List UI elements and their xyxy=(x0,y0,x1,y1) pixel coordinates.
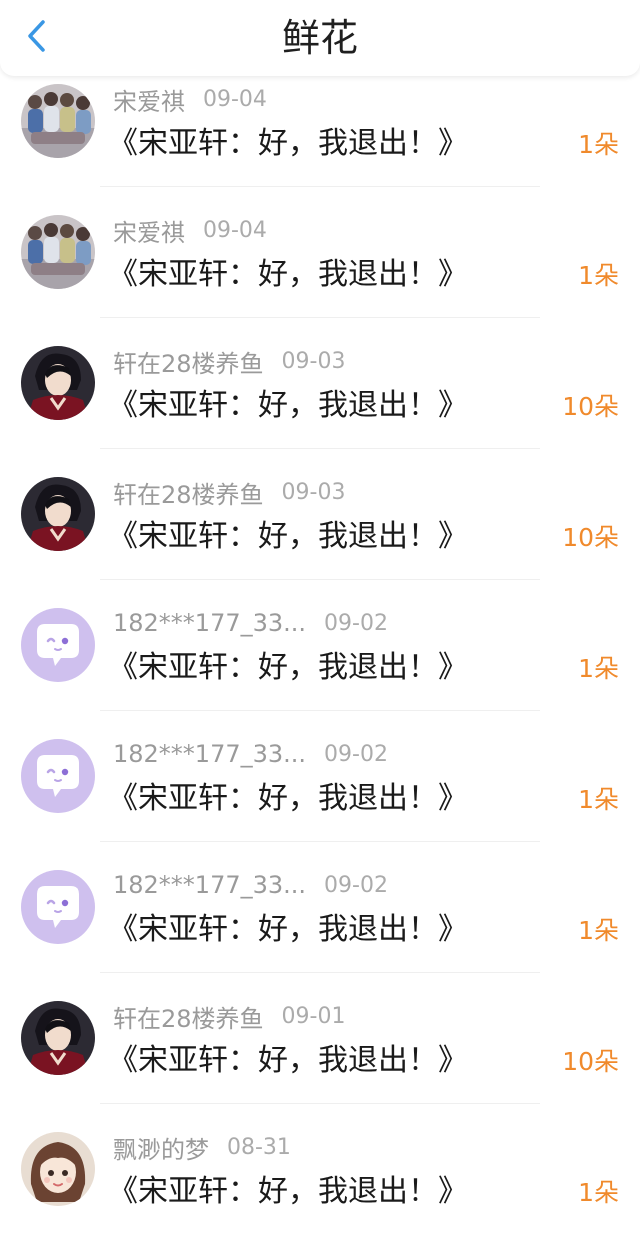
divider xyxy=(100,186,540,187)
chat-bubble-avatar xyxy=(21,739,95,813)
user-name: 轩在28楼养鱼 xyxy=(113,1004,264,1033)
gift-date: 09-04 xyxy=(203,217,267,243)
flower-count: 1朵 xyxy=(578,261,619,290)
chat-bubble-avatar xyxy=(21,608,95,682)
work-title: 《宋亚轩：好，我退出！》 xyxy=(108,650,468,685)
item-meta: 宋爱祺 09-04 xyxy=(113,82,267,116)
flower-list: 宋爱祺 09-04 《宋亚轩：好，我退出！》 1朵 宋爱祺 09-04 《宋亚轩… xyxy=(0,76,640,1255)
portrait-avatar xyxy=(21,477,95,551)
flower-count: 1朵 xyxy=(578,1178,619,1207)
user-name: 轩在28楼养鱼 xyxy=(113,349,264,378)
flower-count: 1朵 xyxy=(578,916,619,945)
list-item[interactable]: 轩在28楼养鱼 09-03 《宋亚轩：好，我退出！》 10朵 xyxy=(0,469,640,600)
user-name: 182***177_33... xyxy=(113,871,307,899)
user-name: 宋爱祺 xyxy=(113,87,185,116)
user-name: 轩在28楼养鱼 xyxy=(113,480,264,509)
list-item[interactable]: 宋爱祺 09-04 《宋亚轩：好，我退出！》 1朵 xyxy=(0,207,640,338)
flower-count: 10朵 xyxy=(562,392,619,421)
gift-date: 09-02 xyxy=(324,741,388,767)
gift-date: 09-03 xyxy=(281,479,346,505)
chat-bubble-avatar xyxy=(21,870,95,944)
divider xyxy=(100,448,540,449)
portrait-avatar xyxy=(21,1001,95,1075)
divider xyxy=(100,972,540,973)
list-item[interactable]: 轩在28楼养鱼 09-01 《宋亚轩：好，我退出！》 10朵 xyxy=(0,993,640,1124)
item-meta: 宋爱祺 09-04 xyxy=(113,213,267,247)
item-meta: 轩在28楼养鱼 09-03 xyxy=(113,344,345,378)
list-item[interactable]: 182***177_33... 09-02 《宋亚轩：好，我退出！》 1朵 xyxy=(0,862,640,993)
gift-date: 09-02 xyxy=(324,872,388,898)
work-title: 《宋亚轩：好，我退出！》 xyxy=(108,519,468,554)
portrait-avatar xyxy=(21,346,95,420)
item-meta: 182***177_33... 09-02 xyxy=(113,606,388,640)
gift-date: 08-31 xyxy=(227,1134,291,1160)
flower-count: 10朵 xyxy=(562,1047,619,1076)
divider xyxy=(100,710,540,711)
user-name: 182***177_33... xyxy=(113,609,307,637)
item-meta: 轩在28楼养鱼 09-01 xyxy=(113,999,345,1033)
list-item[interactable]: 182***177_33... 09-02 《宋亚轩：好，我退出！》 1朵 xyxy=(0,731,640,862)
list-item[interactable]: 轩在28楼养鱼 09-03 《宋亚轩：好，我退出！》 10朵 xyxy=(0,338,640,469)
item-meta: 182***177_33... 09-02 xyxy=(113,868,388,902)
user-name: 182***177_33... xyxy=(113,740,307,768)
work-title: 《宋亚轩：好，我退出！》 xyxy=(108,388,468,423)
work-title: 《宋亚轩：好，我退出！》 xyxy=(108,257,468,292)
cartoon-girl-avatar xyxy=(21,1132,95,1206)
item-meta: 飘渺的梦 08-31 xyxy=(113,1130,291,1164)
work-title: 《宋亚轩：好，我退出！》 xyxy=(108,1174,468,1209)
work-title: 《宋亚轩：好，我退出！》 xyxy=(108,781,468,816)
flower-count: 1朵 xyxy=(578,785,619,814)
flower-count: 1朵 xyxy=(578,654,619,683)
work-title: 《宋亚轩：好，我退出！》 xyxy=(108,912,468,947)
gift-date: 09-02 xyxy=(324,610,388,636)
list-item[interactable]: 宋爱祺 09-04 《宋亚轩：好，我退出！》 1朵 xyxy=(0,76,640,207)
user-name: 宋爱祺 xyxy=(113,218,185,247)
page-title: 鲜花 xyxy=(281,16,358,60)
gift-date: 09-01 xyxy=(281,1003,346,1029)
flower-count: 10朵 xyxy=(562,523,619,552)
list-item[interactable]: 182***177_33... 09-02 《宋亚轩：好，我退出！》 1朵 xyxy=(0,600,640,731)
gift-date: 09-03 xyxy=(281,348,346,374)
list-item[interactable]: 飘渺的梦 08-31 《宋亚轩：好，我退出！》 1朵 xyxy=(0,1124,640,1255)
divider xyxy=(100,1103,540,1104)
top-bar: 鲜花 xyxy=(0,0,640,76)
user-name: 飘渺的梦 xyxy=(113,1135,209,1164)
work-title: 《宋亚轩：好，我退出！》 xyxy=(108,126,468,161)
divider xyxy=(100,841,540,842)
item-meta: 182***177_33... 09-02 xyxy=(113,737,388,771)
divider xyxy=(100,579,540,580)
divider xyxy=(100,317,540,318)
flower-count: 1朵 xyxy=(578,130,619,159)
group-photo-avatar xyxy=(21,84,95,158)
item-meta: 轩在28楼养鱼 09-03 xyxy=(113,475,345,509)
gift-date: 09-04 xyxy=(203,86,267,112)
group-photo-avatar xyxy=(21,215,95,289)
work-title: 《宋亚轩：好，我退出！》 xyxy=(108,1043,468,1078)
